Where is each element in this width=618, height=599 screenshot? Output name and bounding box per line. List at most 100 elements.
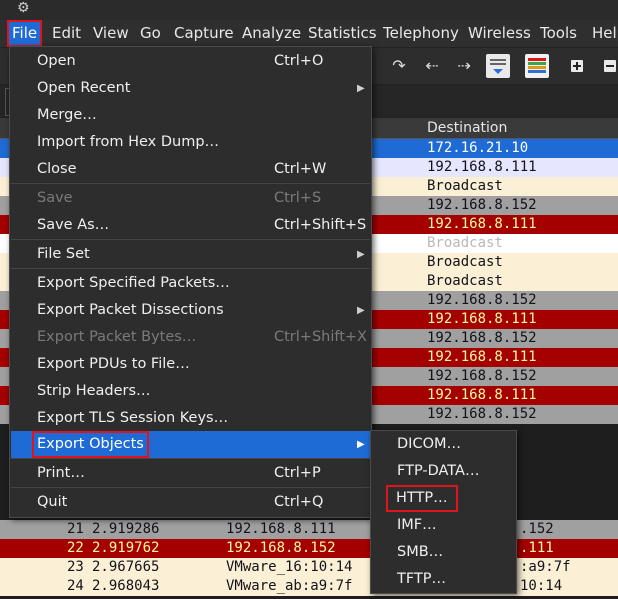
- cell-destination: 192.168.8.152: [427, 330, 537, 346]
- cell-number: 21: [67, 521, 84, 537]
- menu-item-label: Import from Hex Dump…: [37, 134, 220, 150]
- gear-icon[interactable]: ⚙: [17, 0, 30, 16]
- menu-item-label: Save As…: [37, 217, 110, 233]
- cell-destination: Broadcast: [427, 235, 503, 251]
- menu-statistics-label: Statistics: [308, 24, 377, 42]
- menu-item-label: Export Packet Bytes…: [37, 329, 197, 345]
- cell-time: 2.967665: [92, 559, 160, 575]
- menu-telephony-label: Telephony: [383, 24, 459, 42]
- menu-item-label: Save: [37, 190, 73, 206]
- export-objects-ftp-data[interactable]: FTP-DATA…: [372, 458, 515, 485]
- column-destination[interactable]: Destination: [427, 120, 507, 136]
- cell-destination: Broadcast: [427, 273, 503, 289]
- file-menu-export-tls-keys[interactable]: Export TLS Session Keys…: [11, 405, 370, 432]
- menu-view[interactable]: View: [88, 20, 134, 47]
- menu-wireless[interactable]: Wireless: [463, 20, 536, 47]
- table-row[interactable]: 23 2.967665 VMware_16:10:14 :a9:7f: [0, 558, 618, 577]
- menu-item-shortcut: Ctrl+W: [274, 161, 327, 177]
- file-menu-close[interactable]: Close Ctrl+W: [11, 156, 370, 183]
- table-row[interactable]: 21 2.919286 192.168.8.111 .152: [0, 520, 618, 539]
- cell-destination: Broadcast: [427, 178, 503, 194]
- autoscroll-icon[interactable]: [486, 54, 510, 78]
- file-menu-import-hex[interactable]: Import from Hex Dump…: [11, 129, 370, 156]
- cell-destination: 192.168.8.152: [427, 292, 537, 308]
- go-to-packet-icon[interactable]: ↷: [388, 55, 410, 77]
- menu-file-label: File: [12, 24, 38, 42]
- go-back-icon[interactable]: ⇠: [421, 55, 443, 77]
- menu-separator: [11, 183, 370, 184]
- menu-tools-label: Tools: [540, 24, 577, 42]
- menu-capture[interactable]: Capture: [169, 20, 239, 47]
- menu-separator: [11, 239, 370, 240]
- export-objects-smb[interactable]: SMB…: [372, 539, 515, 566]
- file-menu-open[interactable]: Open Ctrl+O: [11, 48, 370, 75]
- menu-capture-label: Capture: [174, 24, 234, 42]
- menu-file[interactable]: File: [7, 20, 43, 47]
- cell-time: 2.919762: [92, 540, 160, 556]
- submenu-arrow-icon: ▶: [357, 305, 365, 316]
- cell-destination: .111: [520, 540, 554, 556]
- cell-destination: 192.168.8.111: [427, 216, 537, 232]
- file-menu-file-set[interactable]: File Set ▶: [11, 241, 370, 268]
- file-menu-open-recent[interactable]: Open Recent ▶: [11, 75, 370, 102]
- menu-bar: File Edit View Go Capture Analyze Statis…: [0, 20, 618, 48]
- zoom-out-icon[interactable]: [599, 55, 618, 77]
- cell-source: VMware_16:10:14: [226, 559, 353, 575]
- menu-item-label: Strip Headers…: [37, 383, 151, 399]
- menu-item-shortcut: Ctrl+P: [274, 465, 321, 481]
- file-menu-export-objects[interactable]: Export Objects ▶: [11, 431, 370, 458]
- file-menu-save: Save Ctrl+S: [11, 185, 370, 212]
- file-menu-export-dissections[interactable]: Export Packet Dissections ▶: [11, 297, 370, 324]
- file-menu-export-pdus[interactable]: Export PDUs to File…: [11, 351, 370, 378]
- menu-item-shortcut: Ctrl+Shift+X: [274, 329, 367, 345]
- export-objects-http[interactable]: HTTP…: [372, 485, 515, 512]
- menu-analyze[interactable]: Analyze: [237, 20, 306, 47]
- file-menu-quit[interactable]: Quit Ctrl+Q: [11, 489, 370, 516]
- export-objects-imf[interactable]: IMF…: [372, 512, 515, 539]
- menu-item-label: TFTP…: [397, 571, 447, 587]
- file-menu-export-specified[interactable]: Export Specified Packets…: [11, 270, 370, 297]
- file-menu-save-as[interactable]: Save As… Ctrl+Shift+S: [11, 212, 370, 239]
- menu-wireless-label: Wireless: [468, 24, 531, 42]
- menu-separator: [11, 487, 370, 488]
- go-forward-icon[interactable]: ⇢: [453, 55, 475, 77]
- cell-destination: 192.168.8.152: [427, 406, 537, 422]
- menu-help[interactable]: Help: [587, 20, 618, 47]
- cell-number: 22: [67, 540, 84, 556]
- cell-destination: 192.168.8.111: [427, 159, 537, 175]
- menu-item-label: Close: [37, 161, 77, 177]
- menu-go[interactable]: Go: [135, 20, 166, 47]
- cell-destination: 192.168.8.111: [427, 387, 537, 403]
- menu-help-label: Help: [592, 24, 618, 42]
- menu-item-label: Export Specified Packets…: [37, 275, 230, 291]
- zoom-in-icon[interactable]: [566, 55, 588, 77]
- menu-item-label: File Set: [37, 246, 90, 262]
- table-row[interactable]: 24 2.968043 VMware_ab:a9:7f 10:14: [0, 577, 618, 596]
- export-objects-dicom[interactable]: DICOM…: [372, 431, 515, 458]
- cell-destination: 192.168.8.111: [427, 311, 537, 327]
- export-objects-tftp[interactable]: TFTP…: [372, 566, 515, 593]
- cell-destination: .152: [520, 521, 554, 537]
- table-row[interactable]: 22 2.919762 192.168.8.152 .111: [0, 539, 618, 558]
- menu-statistics[interactable]: Statistics: [303, 20, 382, 47]
- menu-view-label: View: [93, 24, 129, 42]
- menu-item-label: Export PDUs to File…: [37, 356, 190, 372]
- cell-destination: 172.16.21.10: [427, 140, 529, 156]
- file-menu-print[interactable]: Print… Ctrl+P: [11, 460, 370, 487]
- file-menu-merge[interactable]: Merge…: [11, 102, 370, 129]
- colorize-icon[interactable]: [525, 54, 549, 78]
- menu-separator: [11, 268, 370, 269]
- menu-edit-label: Edit: [52, 24, 82, 42]
- cell-time: 2.968043: [92, 578, 160, 594]
- submenu-arrow-icon: ▶: [357, 439, 365, 450]
- title-bar: ⚙: [0, 0, 618, 20]
- menu-edit[interactable]: Edit: [47, 20, 86, 47]
- cell-number: 23: [67, 559, 84, 575]
- menu-tools[interactable]: Tools: [535, 20, 582, 47]
- cell-destination: Broadcast: [427, 254, 503, 270]
- menu-telephony[interactable]: Telephony: [378, 20, 464, 47]
- file-menu-strip-headers[interactable]: Strip Headers…: [11, 378, 370, 405]
- cell-source: 192.168.8.152: [226, 540, 336, 556]
- cell-destination: :a9:7f: [520, 559, 571, 575]
- file-menu-export-bytes: Export Packet Bytes… Ctrl+Shift+X: [11, 324, 370, 351]
